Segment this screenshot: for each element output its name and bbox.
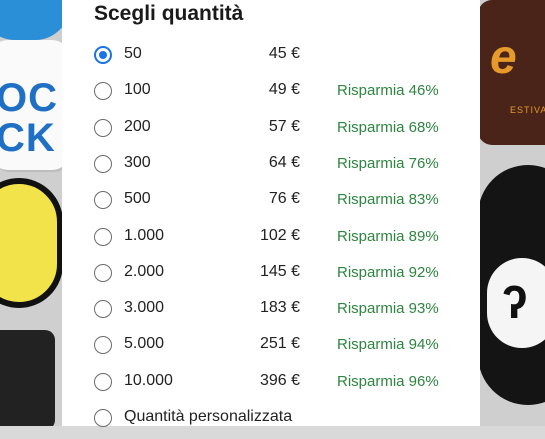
option-price: 76 € <box>268 190 300 208</box>
option-saving: Risparmia 89% <box>337 227 439 245</box>
option-price: 64 € <box>268 153 300 171</box>
yellow-sticker <box>0 178 63 308</box>
option-saving: Risparmia 92% <box>337 263 439 281</box>
radio-button[interactable] <box>94 154 112 173</box>
option-price: 251 € <box>259 335 300 353</box>
option-quantity: 1.000 <box>124 226 165 244</box>
quantity-option[interactable]: 1.000 102 € Risparmia 89% <box>92 222 482 258</box>
radio-button[interactable] <box>94 409 112 427</box>
radio-button[interactable] <box>94 300 112 319</box>
quantity-option[interactable]: 50 45 € <box>92 40 482 76</box>
option-saving: Risparmia 76% <box>337 154 439 172</box>
option-saving: Risparmia 94% <box>337 336 439 354</box>
radio-button[interactable] <box>94 372 112 391</box>
option-price: 49 € <box>268 81 300 99</box>
quantity-option[interactable]: 10.000 396 € Risparmia 96% <box>92 367 482 403</box>
option-price: 145 € <box>259 262 300 280</box>
dark-sticker <box>0 330 55 426</box>
option-quantity: 50 <box>124 45 142 62</box>
panel-title: Scegli quantità <box>94 2 244 25</box>
radio-button[interactable] <box>94 263 112 282</box>
quantity-option[interactable]: 100 49 € Risparmia 46% <box>92 76 482 112</box>
brown-sticker-small-text: ESTIVAL <box>510 105 545 115</box>
radio-button[interactable] <box>94 336 112 355</box>
option-saving: Risparmia 96% <box>337 372 439 390</box>
quantity-panel: Scegli quantità 50 45 € 100 49 € Risparmia 4… <box>62 0 482 427</box>
option-price: 102 € <box>259 226 300 244</box>
radio-button[interactable] <box>94 46 112 64</box>
option-price: 45 € <box>268 45 300 62</box>
option-saving: Risparmia 93% <box>337 300 439 318</box>
radio-button[interactable] <box>94 82 112 101</box>
quantity-option[interactable]: 5.000 251 € Risparmia 94% <box>92 330 482 366</box>
radio-button[interactable] <box>94 191 112 210</box>
brown-sticker-letter: e <box>490 31 517 84</box>
white-sticker-text: OC CK <box>0 76 58 160</box>
swirl-icon: ʔ <box>502 276 528 328</box>
option-price: 183 € <box>259 299 300 317</box>
option-quantity: 300 <box>124 153 151 171</box>
quantity-option[interactable]: Quantità personalizzata <box>92 403 482 439</box>
quantity-option[interactable]: 3.000 183 € Risparmia 93% <box>92 294 482 330</box>
option-price: 57 € <box>268 117 300 135</box>
option-quantity: 200 <box>124 117 151 135</box>
option-quantity: 5.000 <box>124 335 165 353</box>
option-saving: Risparmia 68% <box>337 118 439 136</box>
option-quantity: 100 <box>124 81 151 99</box>
option-quantity: 500 <box>124 190 151 208</box>
option-quantity: 10.000 <box>124 371 173 389</box>
quantity-option[interactable]: 2.000 145 € Risparmia 92% <box>92 258 482 294</box>
option-quantity: 2.000 <box>124 262 165 280</box>
option-price: 396 € <box>259 371 300 389</box>
option-saving: Risparmia 46% <box>337 82 439 100</box>
radio-button[interactable] <box>94 118 112 137</box>
option-quantity: Quantità personalizzata <box>124 408 293 425</box>
quantity-option[interactable]: 300 64 € Risparmia 76% <box>92 149 482 185</box>
quantity-option[interactable]: 500 76 € Risparmia 83% <box>92 185 482 221</box>
option-quantity: 3.000 <box>124 299 165 317</box>
option-saving: Risparmia 83% <box>337 191 439 209</box>
radio-button[interactable] <box>94 227 112 246</box>
quantity-option[interactable]: 200 57 € Risparmia 68% <box>92 113 482 149</box>
